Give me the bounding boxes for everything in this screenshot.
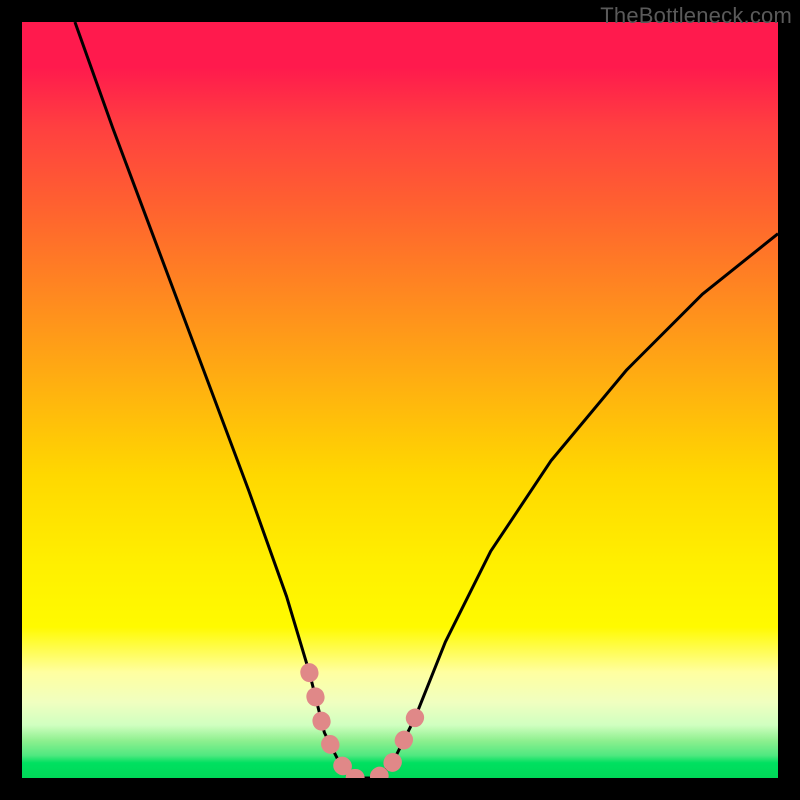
plot-area [22,22,778,778]
bottleneck-curve [75,22,778,778]
watermark-text: TheBottleneck.com [600,3,792,29]
chart-frame: TheBottleneck.com [0,0,800,800]
highlight-segment [392,718,415,763]
curve-layer [22,22,778,778]
highlight-segment [309,672,354,778]
